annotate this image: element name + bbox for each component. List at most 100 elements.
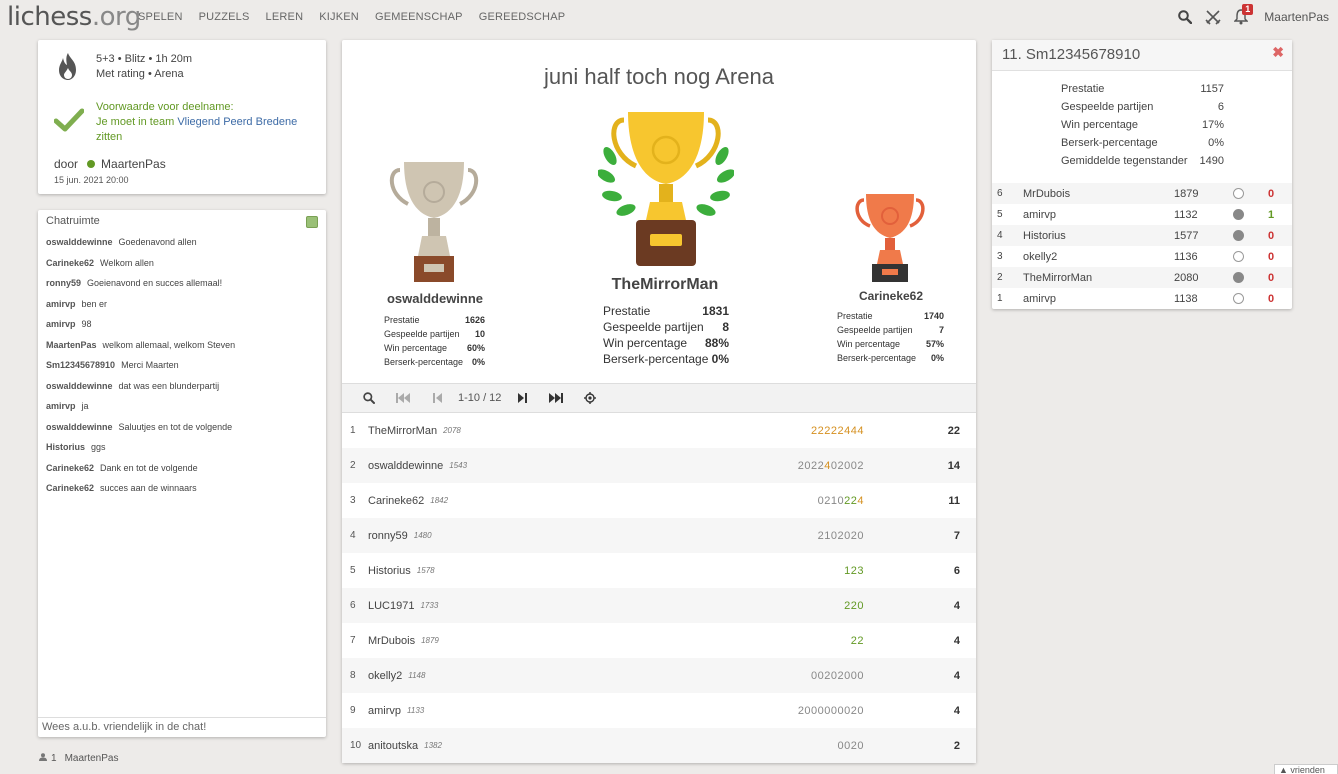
swords-icon[interactable] <box>1199 6 1227 28</box>
standing-player-name[interactable]: anitoutska <box>368 740 418 752</box>
last-page-icon[interactable] <box>539 383 573 413</box>
nav-puzzels[interactable]: PUZZELS <box>199 11 250 23</box>
standing-player-name[interactable]: oswalddewinne <box>368 460 443 472</box>
chat-username[interactable]: Sm12345678910 <box>46 360 115 370</box>
player-stat-value: 6 <box>1217 101 1224 113</box>
player-game-row[interactable]: 5 amirvp 1132 1 <box>992 204 1292 225</box>
podium-stat-label: Win percentage <box>603 336 688 350</box>
prev-page-icon[interactable] <box>420 383 454 413</box>
chat-username[interactable]: oswalddewinne <box>46 237 113 247</box>
site-logo[interactable]: lichess.org <box>7 2 141 32</box>
player-game-row[interactable]: 6 MrDubois 1879 0 <box>992 183 1292 204</box>
search-icon[interactable] <box>1171 6 1199 28</box>
standing-player-rating: 1382 <box>424 741 442 750</box>
podium-stat-label: Gespeelde partijen <box>837 325 913 335</box>
standing-player-name[interactable]: TheMirrorMan <box>368 425 437 437</box>
piece-color-icon <box>1233 230 1244 241</box>
spectator-name[interactable]: MaartenPas <box>65 753 119 764</box>
podium-stat-value: 60% <box>466 343 485 353</box>
close-icon[interactable]: ✖ <box>1272 44 1284 61</box>
first-page-icon[interactable] <box>386 383 420 413</box>
nav-leren[interactable]: LEREN <box>266 11 304 23</box>
chat-username[interactable]: Carineke62 <box>46 258 94 268</box>
standing-rank: 9 <box>350 705 356 716</box>
user-icon <box>39 753 47 764</box>
tournament-date: 15 jun. 2021 20:00 <box>54 175 129 185</box>
opponent-name[interactable]: MrDubois <box>1023 188 1070 200</box>
score-sheet-segment: 22 <box>850 634 864 647</box>
chat-username[interactable]: MaartenPas <box>46 340 97 350</box>
standing-rank: 2 <box>350 460 356 471</box>
table-row[interactable]: 2 oswalddewinne 1543 2022402002 14 <box>342 448 976 483</box>
opponent-name[interactable]: okelly2 <box>1023 251 1057 263</box>
standing-player-name[interactable]: ronny59 <box>368 530 408 542</box>
search-icon[interactable] <box>352 383 386 413</box>
player-game-row[interactable]: 2 TheMirrorMan 2080 0 <box>992 267 1292 288</box>
chat-messages: oswalddewinne Goedenavond allen Carineke62… <box>46 237 235 504</box>
podium-first-name[interactable]: TheMirrorMan <box>570 276 760 294</box>
chat-username[interactable]: Historius <box>46 442 85 452</box>
standing-player-name[interactable]: Carineke62 <box>368 495 424 507</box>
nav-spelen[interactable]: SPELEN <box>138 11 183 23</box>
tournament-main: juni half toch nog Arena oswalddewinne P… <box>342 40 976 763</box>
player-game-row[interactable]: 4 Historius 1577 0 <box>992 225 1292 246</box>
table-row[interactable]: 8 okelly2 1148 00202000 4 <box>342 658 976 693</box>
next-page-icon[interactable] <box>505 383 539 413</box>
team-link[interactable]: Vliegend Peerd Bredene <box>177 116 297 128</box>
chat-username[interactable]: Carineke62 <box>46 483 94 493</box>
opponent-name[interactable]: amirvp <box>1023 293 1056 305</box>
chat-input[interactable]: Wees a.u.b. vriendelijk in de chat! <box>38 717 326 737</box>
user-menu[interactable]: MaartenPas <box>1264 10 1329 24</box>
table-row[interactable]: 4 ronny59 1480 2102020 7 <box>342 518 976 553</box>
player-game-row[interactable]: 3 okelly2 1136 0 <box>992 246 1292 267</box>
chat-username[interactable]: amirvp <box>46 319 76 329</box>
standing-player-name[interactable]: amirvp <box>368 705 401 717</box>
podium-stat-row: Prestatie 1626 <box>384 315 485 329</box>
chat-username[interactable]: Carineke62 <box>46 463 94 473</box>
standing-player-name[interactable]: MrDubois <box>368 635 415 647</box>
standing-player-name[interactable]: Historius <box>368 565 411 577</box>
table-row[interactable]: 5 Historius 1578 123 6 <box>342 553 976 588</box>
nav-gemeenschap[interactable]: GEMEENSCHAP <box>375 11 463 23</box>
standing-player-name[interactable]: LUC1971 <box>368 600 414 612</box>
standing-rank: 1 <box>350 425 356 436</box>
score-sheet-segment: 2102020 <box>817 529 864 542</box>
chat-message: amirvp ja <box>46 401 235 422</box>
chat-username[interactable]: amirvp <box>46 401 76 411</box>
table-row[interactable]: 9 amirvp 1133 2000000020 4 <box>342 693 976 728</box>
nav-kijken[interactable]: KIJKEN <box>319 11 359 23</box>
player-info-title[interactable]: 11. Sm12345678910 <box>1002 46 1140 63</box>
podium-second-name[interactable]: oswalddewinne <box>372 291 498 306</box>
chat-toggle-checkbox[interactable] <box>306 216 318 228</box>
standing-player-name[interactable]: okelly2 <box>368 670 402 682</box>
opponent-name[interactable]: TheMirrorMan <box>1023 272 1092 284</box>
standing-player-rating: 1578 <box>416 566 435 575</box>
table-row[interactable]: 3 Carineke62 1842 0210224 11 <box>342 483 976 518</box>
table-row[interactable]: 6 LUC1971 1733 220 4 <box>342 588 976 623</box>
player-stat-label: Prestatie <box>1061 83 1105 95</box>
chat-username[interactable]: ronny59 <box>46 278 81 288</box>
player-stats: Prestatie 1157 Gespeelde partijen 6 Win perc… <box>1061 83 1224 173</box>
score-sheet-segment: 0020 <box>837 739 864 752</box>
friends-online-toggle[interactable]: ▲ vrienden o... <box>1274 764 1338 774</box>
nav-gereedschap[interactable]: GEREEDSCHAP <box>479 11 566 23</box>
table-row[interactable]: 1 TheMirrorMan 2078 22222444 22 <box>342 413 976 448</box>
chat-username[interactable]: amirvp <box>46 299 76 309</box>
bell-icon[interactable]: 1 <box>1227 4 1255 28</box>
table-row[interactable]: 7 MrDubois 1879 22 4 <box>342 623 976 658</box>
standing-player-rating: 1543 <box>449 461 468 470</box>
chat-username[interactable]: oswalddewinne <box>46 381 113 391</box>
player-games-list: 6 MrDubois 1879 0 5 amirvp 1132 1 4 Historius 1577… <box>992 183 1292 309</box>
chat-text: 98 <box>81 319 92 329</box>
podium-third-name[interactable]: Carineke62 <box>828 289 954 303</box>
chat-username[interactable]: oswalddewinne <box>46 422 113 432</box>
target-icon[interactable] <box>573 383 607 413</box>
opponent-rating: 1136 <box>1174 250 1198 263</box>
podium-stat-label: Gespeelde partijen <box>603 320 704 334</box>
table-row[interactable]: 10 anitoutska 1382 0020 2 <box>342 728 976 763</box>
opponent-name[interactable]: Historius <box>1023 230 1066 242</box>
opponent-name[interactable]: amirvp <box>1023 209 1056 221</box>
game-number: 1 <box>997 293 1003 304</box>
creator-link[interactable]: MaartenPas <box>101 157 166 171</box>
player-game-row[interactable]: 1 amirvp 1138 0 <box>992 288 1292 309</box>
